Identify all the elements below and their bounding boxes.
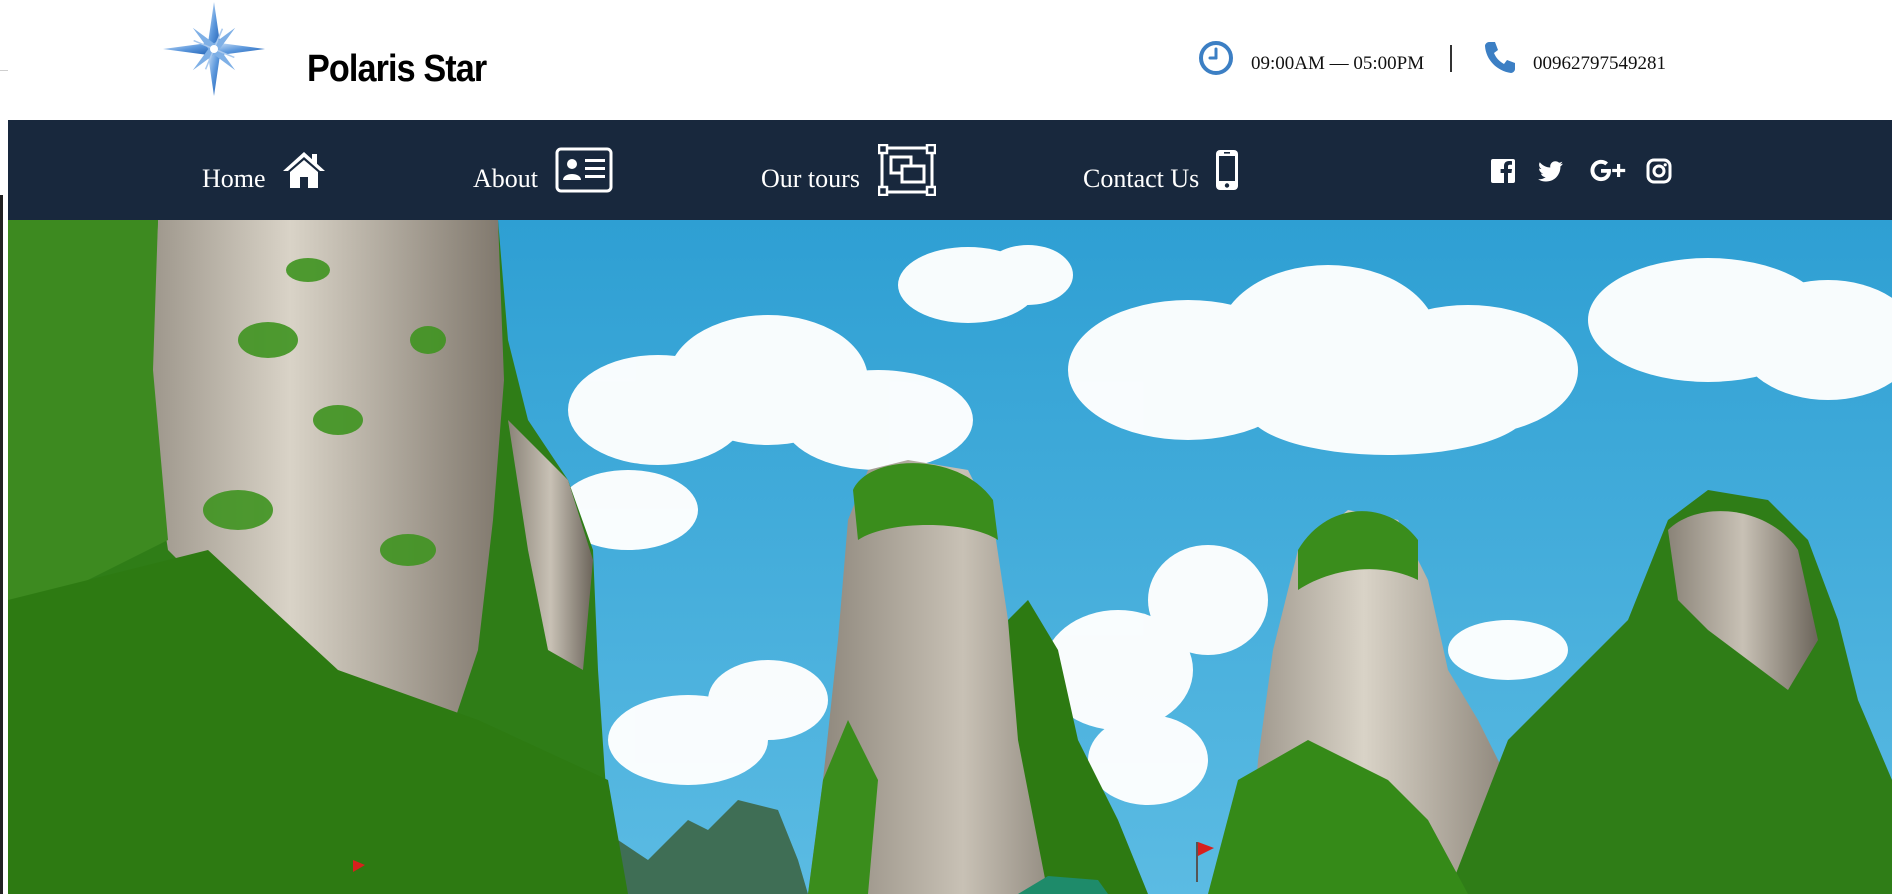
nav-about[interactable]: About bbox=[473, 120, 613, 220]
twitter-icon[interactable] bbox=[1537, 157, 1565, 185]
facebook-icon[interactable] bbox=[1489, 157, 1517, 185]
header-separator bbox=[1450, 45, 1452, 72]
site-header: Polaris Star 09:00AM — 05:00PM 009627975… bbox=[0, 0, 1892, 120]
id-card-icon bbox=[555, 147, 613, 193]
phone-number[interactable]: 00962797549281 bbox=[1533, 53, 1666, 75]
brand-name[interactable]: Polaris Star bbox=[307, 48, 487, 91]
nav-contact-us[interactable]: Contact Us bbox=[1083, 120, 1239, 220]
hero-image bbox=[8, 220, 1892, 894]
mobile-phone-icon bbox=[1216, 150, 1239, 190]
nav-about-label: About bbox=[473, 164, 538, 193]
nav-contact-us-label: Contact Us bbox=[1083, 164, 1200, 193]
karst-landscape-illustration bbox=[8, 220, 1892, 894]
nav-home-label: Home bbox=[202, 164, 266, 193]
opening-hours: 09:00AM — 05:00PM bbox=[1251, 53, 1425, 74]
nav-home[interactable]: Home bbox=[202, 120, 327, 220]
nav-our-tours-label: Our tours bbox=[761, 164, 860, 193]
clock-icon bbox=[1199, 41, 1233, 75]
page-left-border bbox=[0, 195, 3, 894]
nav-our-tours[interactable]: Our tours bbox=[761, 120, 936, 220]
divider bbox=[0, 70, 8, 71]
home-icon bbox=[282, 152, 325, 188]
phone-icon bbox=[1485, 42, 1515, 73]
google-plus-icon[interactable] bbox=[1589, 157, 1627, 185]
instagram-icon[interactable] bbox=[1645, 157, 1673, 185]
compass-star-logo-icon bbox=[163, 2, 265, 96]
gallery-icon bbox=[877, 144, 936, 196]
